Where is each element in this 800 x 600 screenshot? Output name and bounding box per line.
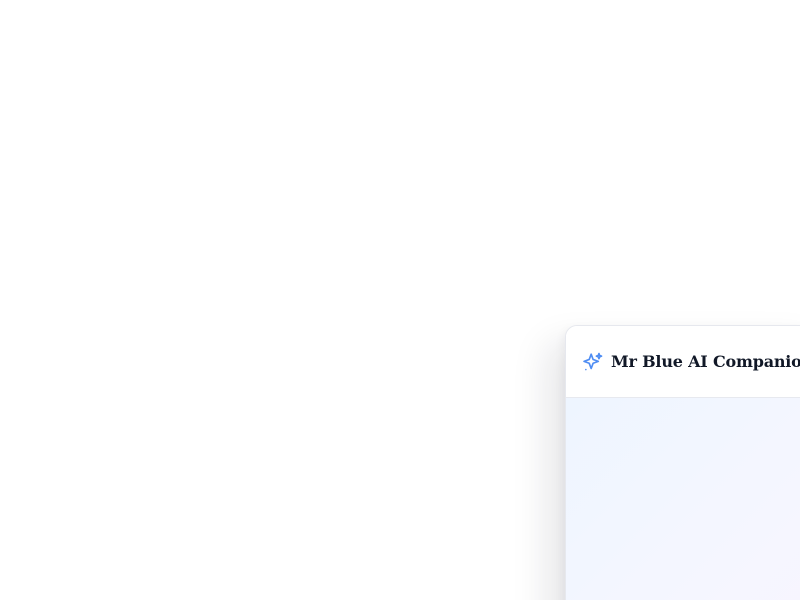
companion-header: Mr Blue AI Companion bbox=[566, 326, 800, 398]
companion-content-area bbox=[566, 398, 800, 600]
sparkles-icon bbox=[582, 351, 604, 373]
ai-companion-panel: Mr Blue AI Companion bbox=[565, 325, 800, 600]
companion-title: Mr Blue AI Companion bbox=[611, 351, 800, 371]
app-page: Mr Blue AI Companion bbox=[0, 0, 800, 600]
